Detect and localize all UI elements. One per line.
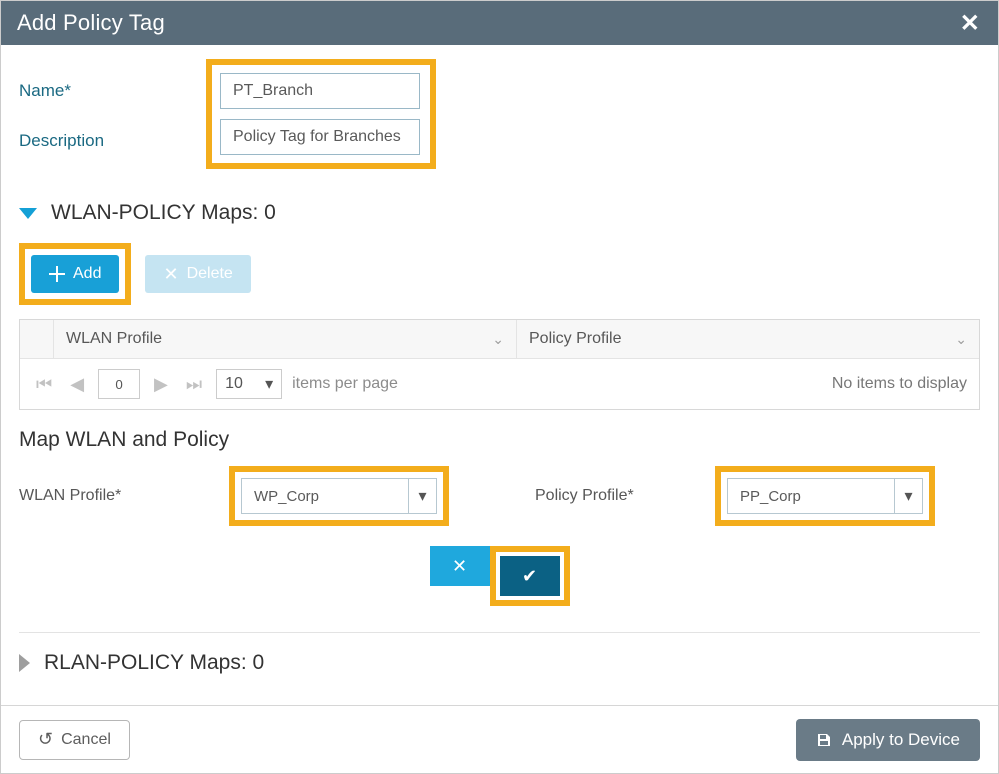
map-wlan-policy-header: Map WLAN and Policy xyxy=(19,428,980,452)
wlan-profile-highlight: WP_Corp ▾ xyxy=(229,466,449,526)
name-desc-highlight xyxy=(206,59,436,169)
wlan-profile-select[interactable]: WP_Corp ▾ xyxy=(241,478,437,514)
divider xyxy=(19,632,980,633)
add-policy-tag-dialog: Add Policy Tag ✕ Name* Description WLAN-… xyxy=(0,0,999,774)
pager-page-input[interactable] xyxy=(98,369,140,399)
cancel-button[interactable]: ↺ Cancel xyxy=(19,720,130,760)
add-button-highlight: Add xyxy=(19,243,131,305)
x-icon: ✕ xyxy=(163,264,178,285)
chevron-down-icon: ⌄ xyxy=(492,331,504,348)
apply-to-device-button[interactable]: Apply to Device xyxy=(796,719,980,761)
check-icon: ✔ xyxy=(522,566,537,586)
pager-first-icon[interactable]: ⏮ xyxy=(32,374,56,395)
pager-next-icon[interactable]: ▶ xyxy=(150,374,172,395)
chevron-down-icon xyxy=(19,208,37,219)
table-empty-text: No items to display xyxy=(832,375,967,393)
policy-profile-label: Policy Profile* xyxy=(535,487,685,505)
undo-icon: ↺ xyxy=(38,729,53,750)
chevron-down-icon: ▾ xyxy=(894,479,922,513)
col-wlan-profile[interactable]: WLAN Profile ⌄ xyxy=(54,320,517,358)
wlan-policy-table: WLAN Profile ⌄ Policy Profile ⌄ ⏮ ◀ ▶ ⏭ … xyxy=(19,319,980,410)
policy-profile-highlight: PP_Corp ▾ xyxy=(715,466,935,526)
dialog-title: Add Policy Tag xyxy=(17,10,165,36)
plus-icon xyxy=(49,266,65,282)
map-confirm-button[interactable]: ✔ xyxy=(500,556,560,596)
description-label: Description xyxy=(19,131,214,151)
pager-per-page-label: items per page xyxy=(292,375,398,393)
close-icon[interactable]: ✕ xyxy=(960,9,980,38)
add-button[interactable]: Add xyxy=(31,255,119,293)
col-policy-profile[interactable]: Policy Profile ⌄ xyxy=(517,320,979,358)
add-button-label: Add xyxy=(73,265,101,283)
map-confirm-highlight: ✔ xyxy=(490,546,570,606)
pager-prev-icon[interactable]: ◀ xyxy=(66,374,88,395)
delete-button-label: Delete xyxy=(187,265,233,283)
map-cancel-button[interactable]: ✕ xyxy=(430,546,490,586)
dialog-titlebar: Add Policy Tag ✕ xyxy=(1,1,998,45)
dialog-footer: ↺ Cancel Apply to Device xyxy=(1,705,998,773)
map-confirm-row: ✕ ✔ xyxy=(19,546,980,606)
name-input[interactable] xyxy=(220,73,420,109)
rlan-policy-section-title: RLAN-POLICY Maps: 0 xyxy=(44,651,264,675)
chevron-down-icon: ⌄ xyxy=(955,331,967,348)
description-input[interactable] xyxy=(220,119,420,155)
chevron-down-icon: ▾ xyxy=(408,479,436,513)
table-pager: ⏮ ◀ ▶ ⏭ 10 ▾ items per page No items to … xyxy=(20,359,979,409)
save-icon xyxy=(816,732,832,748)
rlan-policy-section-header[interactable]: RLAN-POLICY Maps: 0 xyxy=(19,651,980,675)
name-label: Name* xyxy=(19,81,214,101)
pager-per-page-select[interactable]: 10 ▾ xyxy=(216,369,282,399)
wlan-policy-section-title: WLAN-POLICY Maps: 0 xyxy=(51,201,276,225)
x-icon: ✕ xyxy=(452,556,467,576)
pager-last-icon[interactable]: ⏭ xyxy=(182,374,206,395)
policy-profile-select[interactable]: PP_Corp ▾ xyxy=(727,478,923,514)
wlan-policy-section-header[interactable]: WLAN-POLICY Maps: 0 xyxy=(19,201,980,225)
chevron-down-icon: ▾ xyxy=(265,374,273,394)
delete-button[interactable]: ✕ Delete xyxy=(145,255,250,293)
table-select-all-col[interactable] xyxy=(20,320,54,358)
chevron-right-icon xyxy=(19,654,30,672)
wlan-profile-label: WLAN Profile* xyxy=(19,487,199,505)
